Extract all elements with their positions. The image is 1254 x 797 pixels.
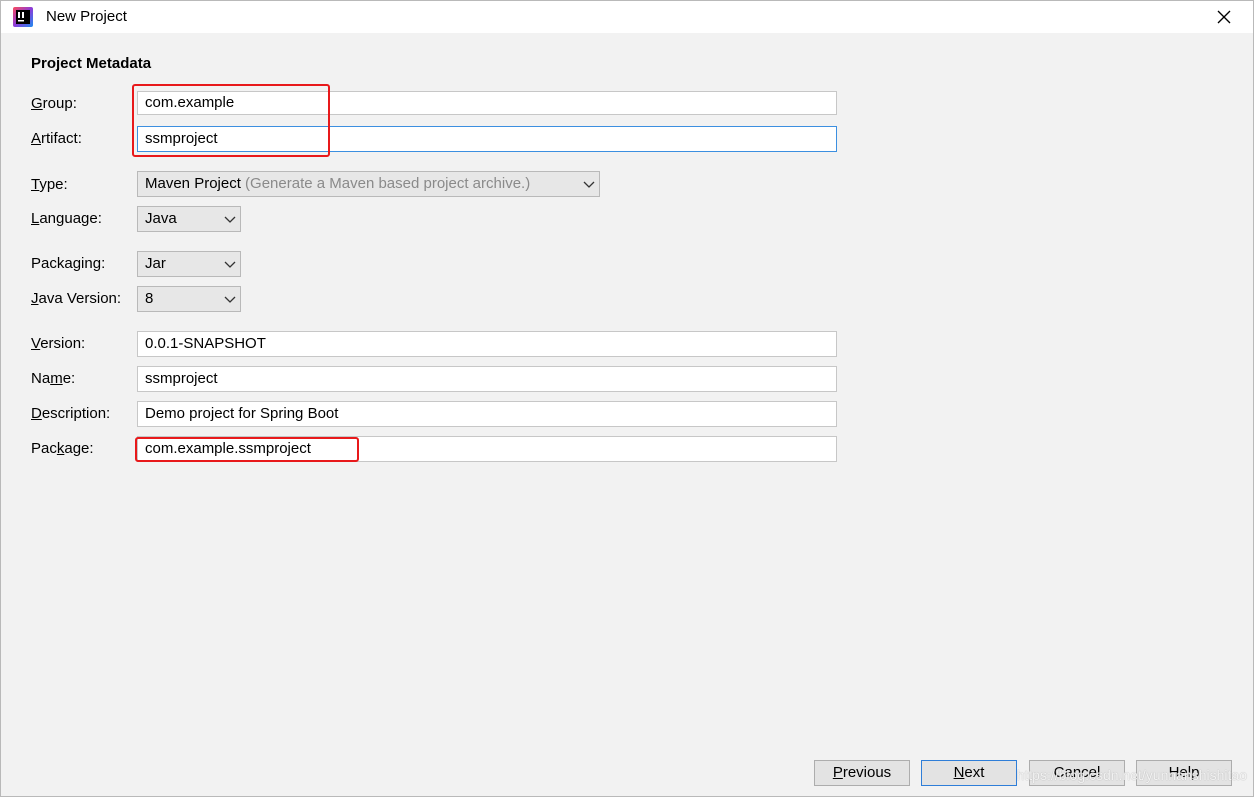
description-input[interactable]: Demo project for Spring Boot bbox=[137, 401, 837, 427]
version-label: Version: bbox=[31, 335, 86, 352]
package-label: Package: bbox=[31, 440, 94, 457]
language-select-value: Java bbox=[145, 210, 177, 227]
type-label: Type: bbox=[31, 176, 68, 193]
chevron-down-icon bbox=[224, 296, 236, 303]
group-label: Group: bbox=[31, 95, 77, 112]
packaging-select-value: Jar bbox=[145, 255, 166, 272]
type-select-hint: (Generate a Maven based project archive.… bbox=[245, 175, 531, 192]
java-version-select-value: 8 bbox=[145, 290, 154, 307]
type-select[interactable]: Maven Project (Generate a Maven based pr… bbox=[137, 171, 600, 197]
type-select-value: Maven Project bbox=[145, 175, 241, 192]
name-input[interactable]: ssmproject bbox=[137, 366, 837, 392]
packaging-label: Packaging: bbox=[31, 255, 106, 272]
window-title: New Project bbox=[46, 8, 127, 25]
artifact-label: Artifact: bbox=[31, 130, 82, 147]
next-button[interactable]: Next bbox=[921, 760, 1017, 786]
artifact-input[interactable]: ssmproject bbox=[137, 126, 837, 152]
chevron-down-icon bbox=[583, 181, 595, 188]
java-version-select[interactable]: 8 bbox=[137, 286, 241, 312]
section-title: Project Metadata bbox=[31, 55, 152, 72]
version-input[interactable]: 0.0.1-SNAPSHOT bbox=[137, 331, 837, 357]
name-label: Name: bbox=[31, 370, 76, 387]
description-label: Description: bbox=[31, 405, 111, 422]
previous-button[interactable]: Previous bbox=[814, 760, 910, 786]
language-select[interactable]: Java bbox=[137, 206, 241, 232]
package-input[interactable]: com.example.ssmproject bbox=[137, 436, 837, 462]
language-label: Language: bbox=[31, 210, 102, 227]
title-bar: New Project bbox=[1, 1, 1253, 33]
java-version-label: Java Version: bbox=[31, 290, 122, 307]
chevron-down-icon bbox=[224, 216, 236, 223]
packaging-select[interactable]: Jar bbox=[137, 251, 241, 277]
cancel-button[interactable]: Cancel bbox=[1029, 760, 1125, 786]
help-button[interactable]: Help bbox=[1136, 760, 1232, 786]
new-project-dialog: New Project Project Metadata Group: com.… bbox=[0, 0, 1254, 797]
close-icon[interactable] bbox=[1213, 6, 1235, 28]
intellij-idea-icon bbox=[13, 7, 33, 27]
group-input[interactable]: com.example bbox=[137, 91, 837, 115]
chevron-down-icon bbox=[224, 261, 236, 268]
